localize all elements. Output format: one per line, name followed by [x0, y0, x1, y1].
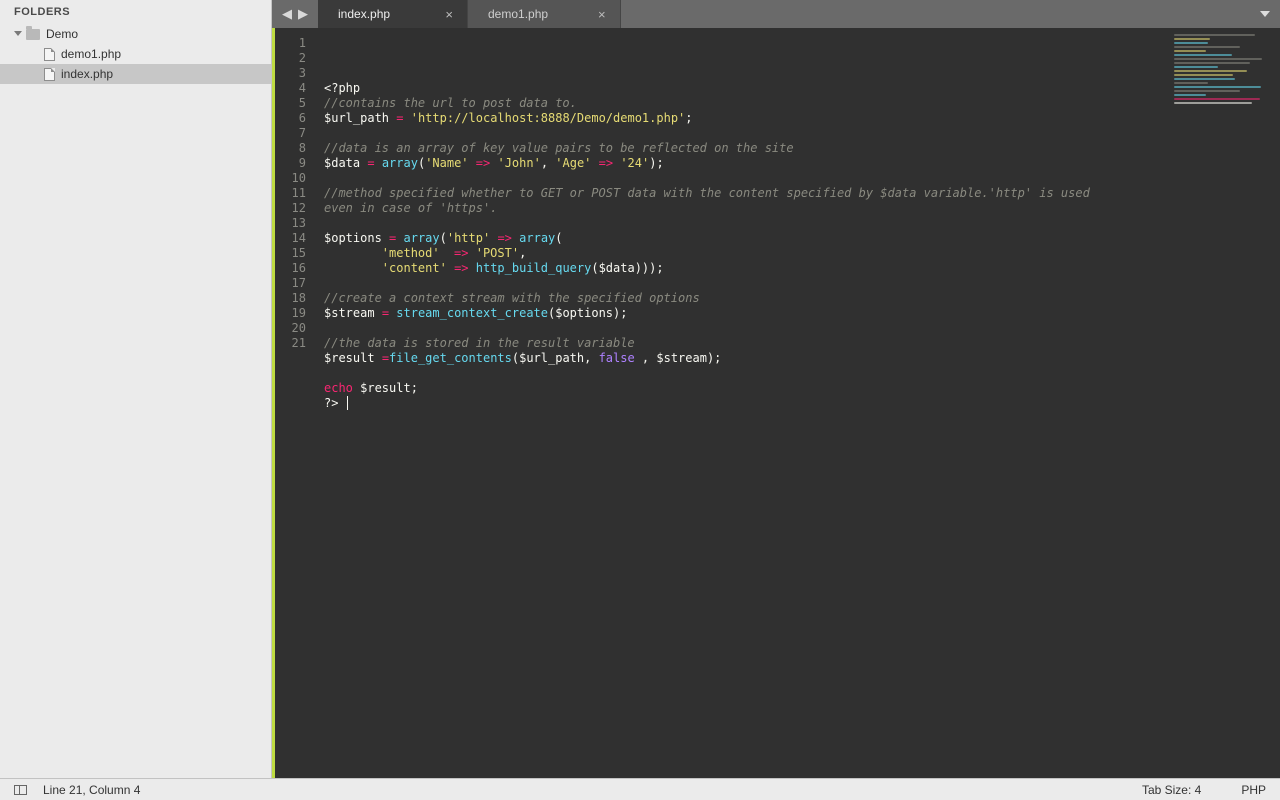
code-line: //method specified whether to GET or POS… — [324, 186, 1124, 216]
tab[interactable]: demo1.php × — [468, 0, 621, 28]
close-icon[interactable]: × — [445, 7, 453, 22]
code-line: 'content' => http_build_query($data))); — [324, 261, 1280, 276]
code-line: $data = array('Name' => 'John', 'Age' =>… — [324, 156, 1280, 171]
tree-folder-demo[interactable]: Demo — [0, 24, 271, 44]
code-line: //contains the url to post data to. — [324, 96, 1280, 111]
code-line — [324, 276, 1280, 291]
code-line — [324, 321, 1280, 336]
line-gutter: 123456789101112131415161718192021 — [272, 28, 314, 778]
code-line: $url_path = 'http://localhost:8888/Demo/… — [324, 111, 1280, 126]
folder-tree: Demo demo1.php index.php — [0, 22, 271, 84]
code-line: ?> — [324, 396, 1280, 411]
code-line — [324, 216, 1280, 231]
code-line: $options = array('http' => array( — [324, 231, 1280, 246]
panel-icon[interactable] — [14, 785, 27, 795]
code-line: echo $result; — [324, 381, 1280, 396]
status-bar: Line 21, Column 4 Tab Size: 4 PHP — [0, 778, 1280, 800]
editor: ◀ ▶ index.php × demo1.php × 123456789101112… — [272, 0, 1280, 778]
close-icon[interactable]: × — [598, 7, 606, 22]
file-label: index.php — [61, 67, 113, 81]
code-line: $stream = stream_context_create($options… — [324, 306, 1280, 321]
status-position[interactable]: Line 21, Column 4 — [43, 783, 140, 797]
chevron-down-icon — [1260, 11, 1270, 17]
code-line — [324, 171, 1280, 186]
file-label: demo1.php — [61, 47, 121, 61]
sidebar: FOLDERS Demo demo1.php index.php — [0, 0, 272, 778]
tree-file[interactable]: index.php — [0, 64, 271, 84]
tab-label: index.php — [338, 7, 390, 21]
code-line: 'method' => 'POST', — [324, 246, 1280, 261]
tab[interactable]: index.php × — [318, 0, 468, 28]
folder-label: Demo — [46, 27, 78, 41]
sidebar-header: FOLDERS — [0, 0, 271, 22]
status-language[interactable]: PHP — [1241, 783, 1266, 797]
file-icon — [44, 48, 55, 61]
code-area[interactable]: <?php//contains the url to post data to.… — [314, 28, 1280, 778]
minimap[interactable] — [1174, 34, 1274, 124]
tree-file[interactable]: demo1.php — [0, 44, 271, 64]
chevron-down-icon — [14, 31, 22, 36]
code-line — [324, 126, 1280, 141]
tab-label: demo1.php — [488, 7, 548, 21]
code-line: //the data is stored in the result varia… — [324, 336, 1280, 351]
nav-back-button[interactable]: ◀ — [282, 6, 292, 22]
tab-bar: ◀ ▶ index.php × demo1.php × — [272, 0, 1280, 28]
status-tab-size[interactable]: Tab Size: 4 — [1142, 783, 1201, 797]
tab-menu-button[interactable] — [1250, 0, 1280, 28]
code-line: $result =file_get_contents($url_path, fa… — [324, 351, 1280, 366]
editor-body[interactable]: 123456789101112131415161718192021 <?php/… — [272, 28, 1280, 778]
code-line: //create a context stream with the speci… — [324, 291, 1280, 306]
nav-forward-button[interactable]: ▶ — [298, 6, 308, 22]
caret — [347, 396, 348, 410]
code-line — [324, 366, 1280, 381]
code-line: <?php — [324, 81, 1280, 96]
code-line: //data is an array of key value pairs to… — [324, 141, 1280, 156]
folder-icon — [26, 29, 40, 40]
file-icon — [44, 68, 55, 81]
